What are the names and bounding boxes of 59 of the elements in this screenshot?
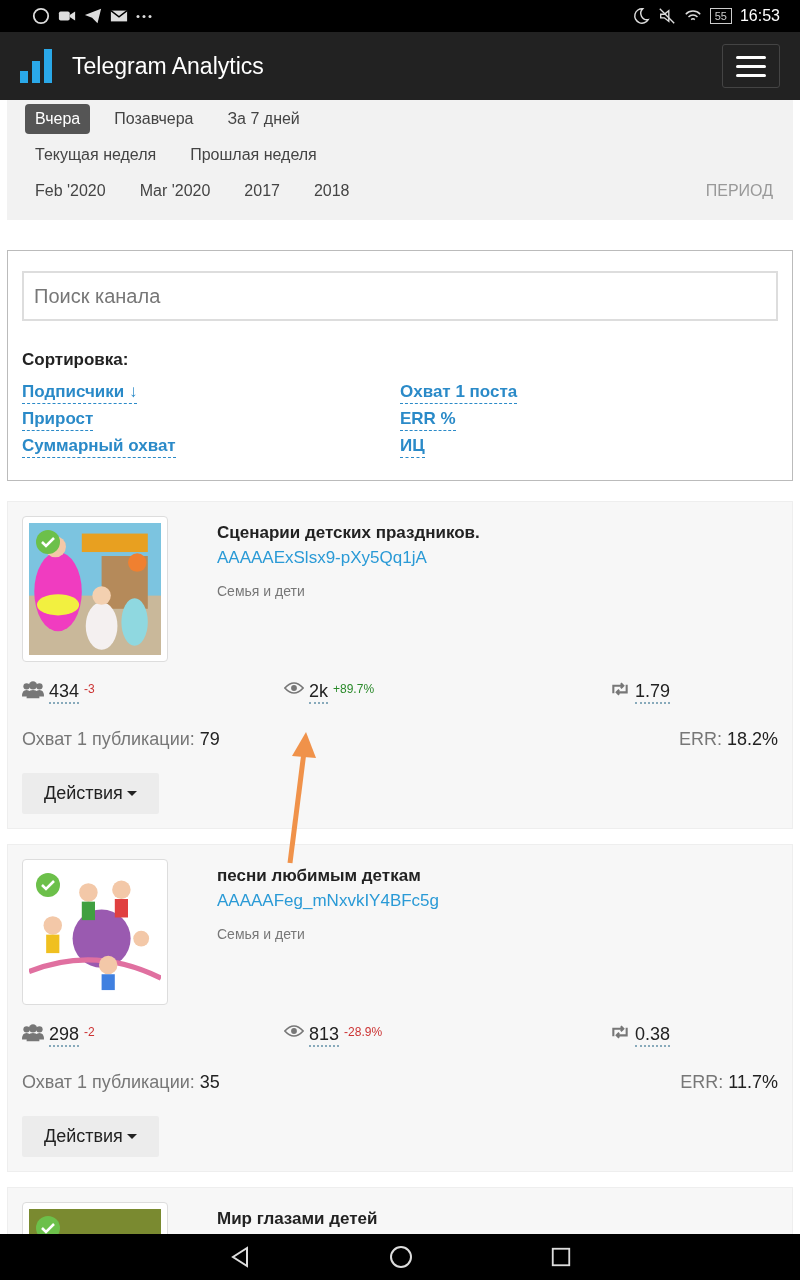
stat-value[interactable]: 2k: [309, 679, 328, 704]
eye-icon: [284, 1022, 304, 1039]
sort-link[interactable]: ERR %: [400, 407, 456, 431]
change-value: -28.9%: [344, 1023, 383, 1041]
site-title: Telegram Analytics: [72, 51, 264, 81]
stat-value[interactable]: 0.38: [635, 1022, 671, 1047]
clock-time: 16:53: [739, 6, 780, 26]
channel-category: Семья и дети: [217, 924, 306, 944]
stat-value[interactable]: 1.79: [635, 679, 671, 704]
users-icon: [22, 679, 44, 700]
recents-icon: [549, 1246, 572, 1268]
period-tab[interactable]: Позавчера: [104, 104, 204, 134]
period-tab[interactable]: 2017: [234, 176, 290, 206]
period-tab[interactable]: За 7 дней: [217, 104, 310, 134]
channel-title: песни любимым деткам: [217, 864, 422, 887]
change-value: +89.7%: [333, 680, 375, 698]
mute-icon: [657, 7, 676, 25]
err-value: 11.7%: [728, 1070, 778, 1094]
send-icon: [84, 7, 102, 25]
period-tab[interactable]: Feb '2020: [25, 176, 116, 206]
period-tab[interactable]: Вчера: [25, 104, 91, 134]
battery-level: 55: [709, 8, 732, 24]
sort-link[interactable]: Охват 1 поста: [400, 380, 518, 404]
sort-link[interactable]: Суммарный охват: [22, 434, 176, 458]
reach-label: Охват 1 публикации:: [22, 727, 195, 751]
err-value: 18.2%: [726, 727, 778, 751]
actions-button[interactable]: Действия: [22, 1115, 159, 1157]
channel-title: Мир глазами детей: [217, 1207, 378, 1230]
period-tab[interactable]: Прошлая неделя: [180, 140, 327, 170]
search-field[interactable]: Поиск канала: [22, 271, 778, 321]
period-tab[interactable]: Mar '2020: [129, 176, 221, 206]
channel-title: Сценарии детских праздников.: [217, 521, 480, 544]
change-value: -3: [84, 680, 95, 698]
bar-chart-logo-icon: [20, 49, 54, 83]
eye-icon: [284, 679, 304, 696]
sort-link[interactable]: Подписчики ↓: [22, 380, 138, 404]
actions-button[interactable]: Действия: [22, 772, 159, 814]
menu-button[interactable]: [722, 44, 780, 88]
stat-value[interactable]: 813: [309, 1022, 340, 1047]
change-value: -2: [84, 1023, 95, 1041]
channel-category: Семья и дети: [217, 581, 306, 601]
period-tab[interactable]: Текущая неделя: [25, 140, 167, 170]
reach-value: 79: [199, 727, 220, 751]
sort-link[interactable]: Прирост: [22, 407, 94, 431]
sort-label: Сортировка:: [22, 349, 130, 371]
reach-label: Охват 1 публикации:: [22, 1070, 195, 1094]
repost-icon: [610, 1022, 630, 1041]
reach-value: 35: [199, 1070, 220, 1094]
stat-value[interactable]: 298: [49, 1022, 80, 1047]
stat-value[interactable]: 434: [49, 679, 80, 704]
more-icon: [136, 14, 152, 18]
err-label: ERR:: [678, 727, 722, 751]
home-icon: [389, 1245, 413, 1269]
sort-link[interactable]: ИЦ: [400, 434, 425, 458]
repost-icon: [610, 679, 630, 698]
moon-icon: [631, 7, 650, 25]
period-tab[interactable]: 2018: [303, 176, 360, 206]
err-label: ERR:: [680, 1070, 724, 1094]
users-icon: [22, 1022, 44, 1043]
